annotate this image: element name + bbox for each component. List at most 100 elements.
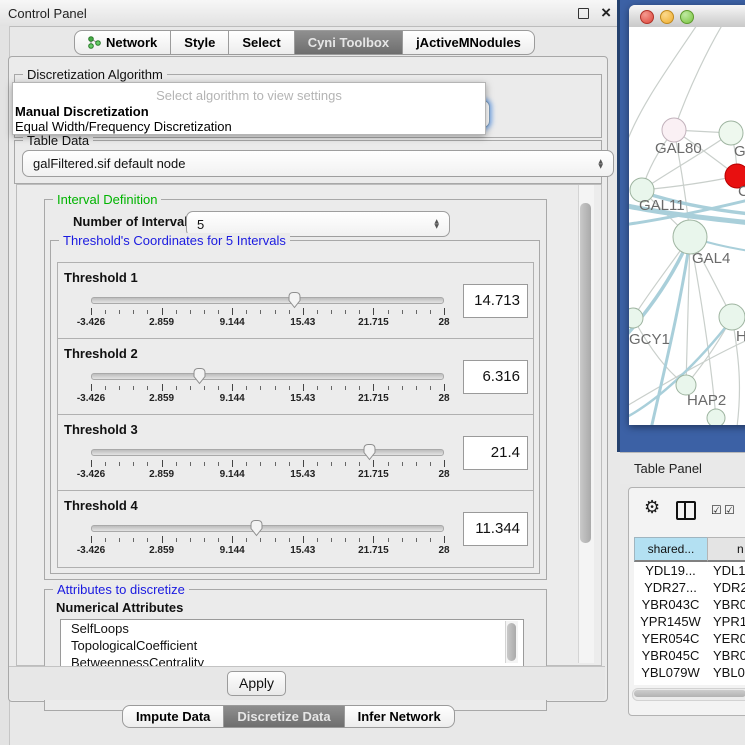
cell[interactable]: YDR2 [713, 579, 745, 596]
minimize-traffic-light-icon[interactable] [660, 10, 674, 24]
cell[interactable]: YER0 [713, 630, 745, 647]
cell[interactable]: YLR345W [634, 681, 707, 685]
cell[interactable]: YPR145W [634, 613, 707, 630]
tab-network[interactable]: Network [74, 30, 171, 55]
table-row[interactable]: YBR043C YBR0 [634, 596, 745, 613]
cell[interactable]: YBR0 [713, 596, 745, 613]
threshold-slider[interactable]: -3.4262.8599.14415.4321.71528 [91, 369, 444, 399]
network-node[interactable] [707, 409, 725, 425]
tick-mark [345, 538, 346, 542]
threshold-value-field[interactable]: 21.4 [463, 436, 528, 470]
tab-infer-network[interactable]: Infer Network [344, 705, 455, 728]
tick-mark [289, 538, 290, 542]
threshold-slider[interactable]: -3.4262.8599.14415.4321.71528 [91, 293, 444, 323]
slider-track[interactable] [91, 297, 444, 304]
cell[interactable]: YDR27... [634, 579, 707, 596]
table-row[interactable]: YDL19... YDL1 [634, 562, 745, 579]
tick-mark [91, 460, 92, 467]
network-node[interactable] [673, 220, 707, 254]
column-header-name[interactable]: n [707, 537, 745, 562]
cell[interactable]: YER054C [634, 630, 707, 647]
combo-value: galFiltered.sif default node [33, 156, 185, 171]
cell[interactable]: YLR3 [713, 681, 745, 685]
tick-mark [359, 538, 360, 542]
network-view-window[interactable]: GAL80GACGAL11GAL4GCY1HHAP2 [629, 5, 745, 425]
tab-discretize-data[interactable]: Discretize Data [223, 705, 344, 728]
network-node[interactable] [719, 304, 745, 330]
table-row[interactable]: YBR045C YBR0 [634, 647, 745, 664]
float-window-icon[interactable] [578, 8, 589, 19]
cell[interactable]: YBR0 [713, 647, 745, 664]
checkbox-icon[interactable]: ☑ [724, 503, 735, 517]
network-window-titlebar[interactable] [629, 5, 745, 28]
threshold-slider[interactable]: -3.4262.8599.14415.4321.71528 [91, 521, 444, 551]
threshold-value-field[interactable]: 6.316 [463, 360, 528, 394]
slider-track[interactable] [91, 373, 444, 380]
table-data-combobox[interactable]: galFiltered.sif default node ▲▼ [22, 150, 614, 177]
cell[interactable]: YBL079W [634, 664, 707, 681]
close-icon[interactable]: × [601, 3, 611, 23]
slider-track[interactable] [91, 449, 444, 456]
tab-cyni-toolbox[interactable]: Cyni Toolbox [294, 30, 403, 55]
tick-mark [444, 308, 445, 315]
axis-tick-label: -3.426 [77, 317, 105, 328]
list-item[interactable]: TopologicalCoefficient [61, 637, 523, 654]
slider-thumb[interactable] [287, 291, 302, 309]
tab-jactivemnodules[interactable]: jActiveMNodules [402, 30, 535, 55]
checkbox-icon[interactable]: ☑ [711, 503, 722, 517]
popup-item-equal-width-frequency[interactable]: Equal Width/Frequency Discretization [15, 119, 232, 134]
cell[interactable]: YDL19... [634, 562, 707, 579]
list-scrollbar-thumb[interactable] [507, 623, 516, 661]
tick-mark [246, 538, 247, 542]
horizontal-scrollbar-thumb[interactable] [634, 690, 745, 697]
cell[interactable]: YDL1 [713, 562, 745, 579]
threshold-value-field[interactable]: 14.713 [463, 284, 528, 318]
tick-mark [91, 308, 92, 315]
vertical-scrollbar-thumb[interactable] [580, 203, 591, 543]
column-header-shared[interactable]: shared... [634, 537, 708, 562]
table-row[interactable]: YER054C YER0 [634, 630, 745, 647]
tick-mark [275, 538, 276, 542]
tab-select[interactable]: Select [228, 30, 294, 55]
tab-impute-data[interactable]: Impute Data [122, 705, 224, 728]
apply-button[interactable]: Apply [227, 671, 286, 696]
group-title: Attributes to discretize [53, 582, 189, 597]
table-row[interactable]: YPR145W YPR1 [634, 613, 745, 630]
list-item[interactable]: SelfLoops [61, 620, 523, 637]
tick-mark [105, 310, 106, 314]
network-canvas[interactable]: GAL80GACGAL11GAL4GCY1HHAP2 [629, 27, 745, 425]
tick-mark [260, 386, 261, 390]
cell[interactable]: YPR1 [713, 613, 745, 630]
tick-mark [260, 538, 261, 542]
cell[interactable]: YBR043C [634, 596, 707, 613]
threshold-panel-1: Threshold 1 -3.4262.8599.14415.4321.7152… [57, 262, 534, 340]
slider-track[interactable] [91, 525, 444, 532]
popup-item-manual-discretization[interactable]: Manual Discretization [15, 104, 149, 119]
slider-thumb[interactable] [362, 443, 377, 461]
control-panel-tabs: Network Style Select Cyni Toolbox jActiv… [74, 30, 535, 55]
tab-label: jActiveMNodules [416, 35, 521, 50]
zoom-traffic-light-icon[interactable] [680, 10, 694, 24]
cell[interactable]: YBL0 [713, 664, 745, 681]
slider-tick-labels: -3.4262.8599.14415.4321.71528 [91, 317, 444, 329]
close-traffic-light-icon[interactable] [640, 10, 654, 24]
slider-thumb[interactable] [249, 519, 264, 537]
threshold-slider[interactable]: -3.4262.8599.14415.4321.71528 [91, 445, 444, 475]
threshold-value-field[interactable]: 11.344 [463, 512, 528, 546]
network-node[interactable] [629, 308, 643, 328]
tick-mark [190, 538, 191, 542]
cell[interactable]: YBR045C [634, 647, 707, 664]
gear-icon[interactable]: ⚙ [644, 497, 660, 518]
slider-thumb[interactable] [192, 367, 207, 385]
numerical-attributes-list[interactable]: SelfLoops TopologicalCoefficient Between… [60, 619, 524, 667]
network-node[interactable] [662, 118, 686, 142]
split-columns-icon[interactable] [676, 501, 696, 520]
tab-style[interactable]: Style [170, 30, 229, 55]
table-row[interactable]: YBL079W YBL0 [634, 664, 745, 681]
horizontal-scrollbar[interactable] [632, 688, 745, 701]
tick-mark [105, 386, 106, 390]
network-node[interactable] [719, 121, 743, 145]
tick-mark [218, 538, 219, 542]
table-row[interactable]: YDR27... YDR2 [634, 579, 745, 596]
table-row[interactable]: YLR345W YLR3 [634, 681, 745, 685]
